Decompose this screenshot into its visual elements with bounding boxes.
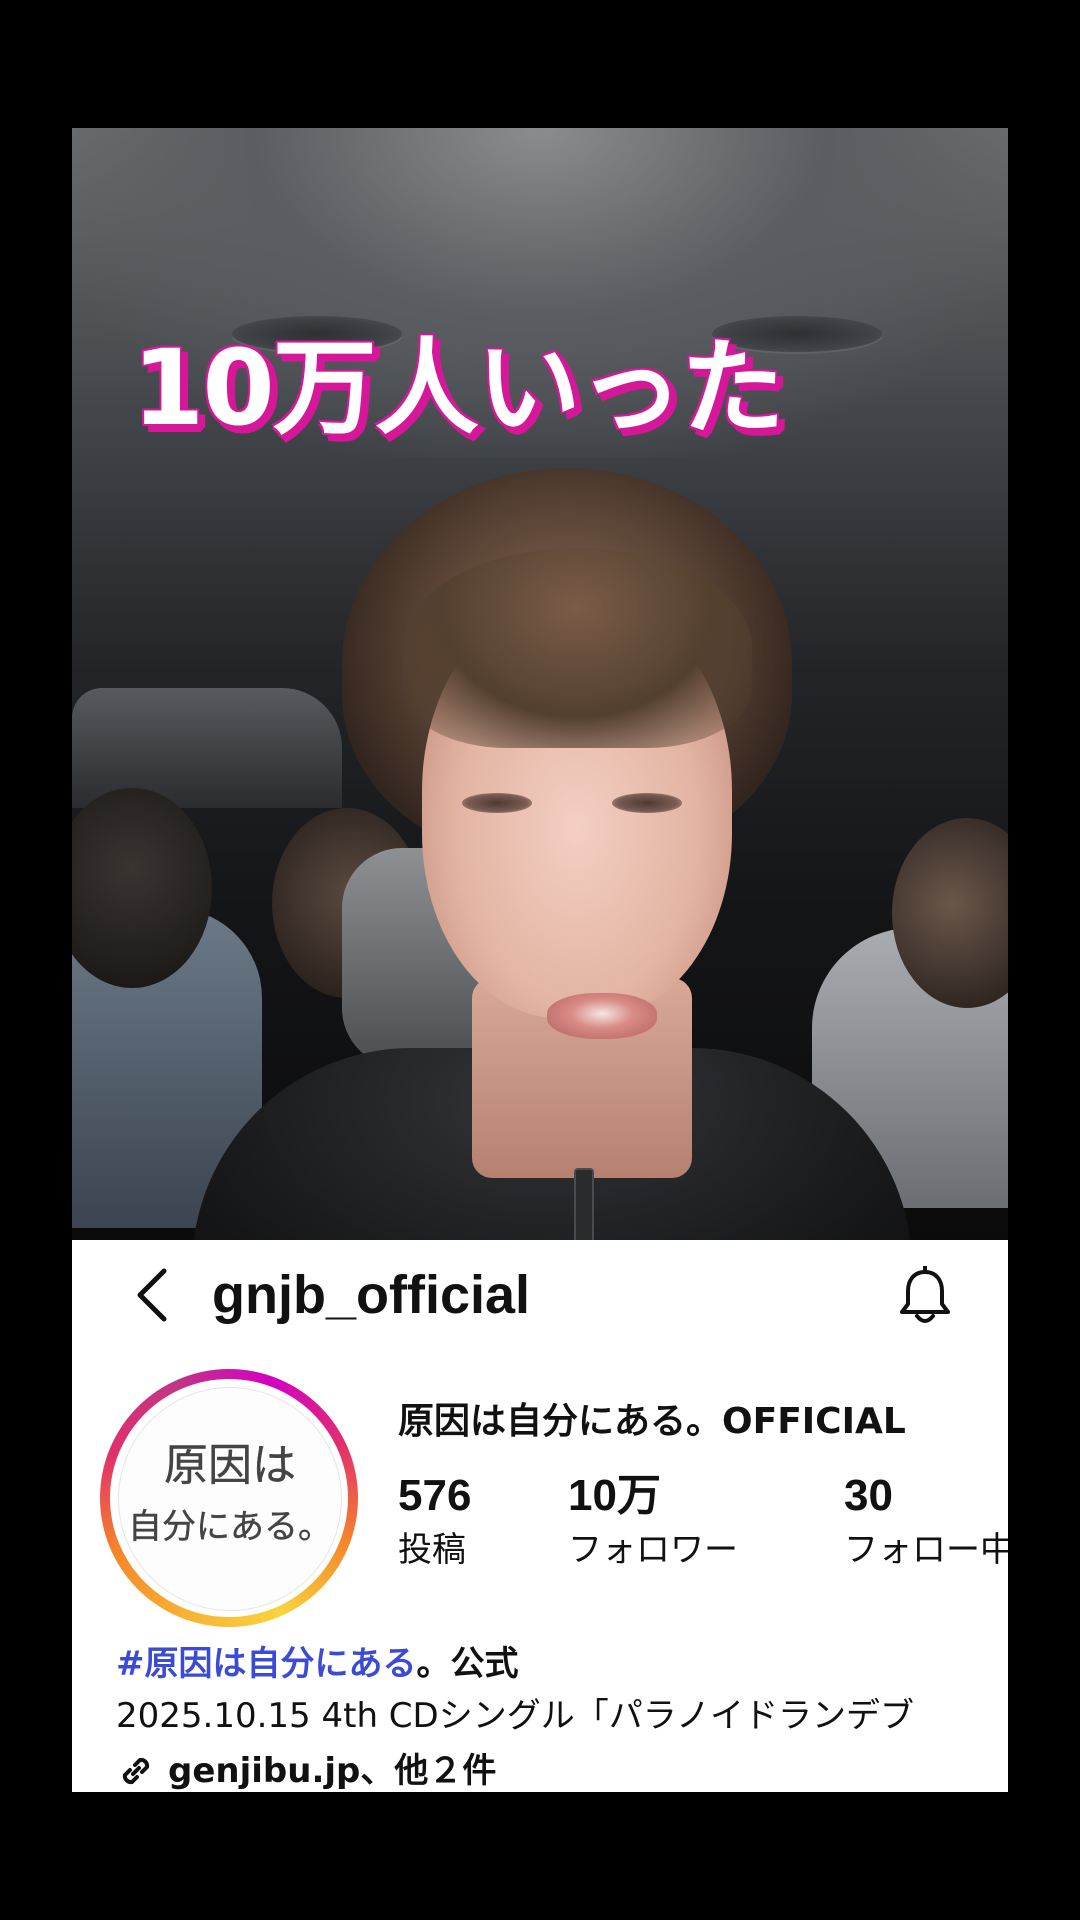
avatar-text-line1: 原因は — [164, 1440, 296, 1491]
video-frame: 10万人いった gnjb_official 原因は 自分にある。 原因は自分にあ… — [72, 128, 1008, 1792]
profile-display-name: 原因は自分にある。OFFICIAL — [398, 1401, 906, 1442]
eye — [612, 793, 682, 813]
bio-hashtag-suffix: 。公式 — [416, 1644, 519, 1684]
profile-external-link[interactable]: genjibu.jp、他２件 — [116, 1745, 496, 1792]
profile-bio: #原因は自分にある。公式 2025.10.15 4th CDシングル「パラノイド… — [116, 1638, 1008, 1742]
stat-followers-label: フォロワー — [568, 1530, 738, 1570]
avatar: 原因は 自分にある。 — [118, 1387, 342, 1611]
stat-following-value: 30 — [844, 1471, 893, 1520]
avatar-text-line2: 自分にある。 — [128, 1507, 332, 1547]
profile-link-text: genjibu.jp、他２件 — [168, 1751, 497, 1791]
notifications-button[interactable] — [892, 1262, 958, 1332]
back-button[interactable] — [122, 1260, 182, 1330]
fringe — [402, 548, 752, 748]
avatar-story-ring[interactable]: 原因は 自分にある。 — [100, 1369, 358, 1627]
video-caption: 10万人いった — [132, 327, 785, 449]
bio-line-2: 2025.10.15 4th CDシングル「パラノイドランデブ — [116, 1696, 915, 1736]
profile-username: gnjb_official — [212, 1265, 531, 1325]
chevron-left-icon — [137, 1268, 167, 1322]
video-player[interactable]: 10万人いった — [72, 128, 1008, 1240]
bio-hashtag-link[interactable]: #原因は自分にある — [116, 1644, 417, 1684]
eye — [462, 793, 532, 813]
stat-followers-value: 10万 — [568, 1471, 661, 1520]
bell-icon — [900, 1266, 950, 1323]
stat-posts[interactable]: 576 投稿 — [398, 1470, 471, 1578]
mouth — [547, 993, 657, 1039]
profile-card: gnjb_official 原因は 自分にある。 原因は自分にある。OFFICI… — [72, 1240, 1008, 1792]
stat-following-label: フォロー中 — [844, 1530, 1008, 1570]
logo-lettering: 原因は 自分にある。 — [128, 1440, 332, 1547]
link-icon — [122, 1757, 150, 1785]
avatar-frame: 原因は 自分にある。 — [110, 1379, 348, 1617]
stat-followers[interactable]: 10万 フォロワー — [568, 1470, 738, 1578]
stat-following[interactable]: 30 フォロー中 — [844, 1470, 1008, 1578]
bio-line-1: #原因は自分にある。公式 — [116, 1638, 1008, 1690]
stat-posts-value: 576 — [398, 1471, 472, 1520]
profile-header: gnjb_official — [72, 1240, 1008, 1350]
stat-posts-label: 投稿 — [398, 1530, 466, 1570]
zipper — [574, 1168, 594, 1240]
